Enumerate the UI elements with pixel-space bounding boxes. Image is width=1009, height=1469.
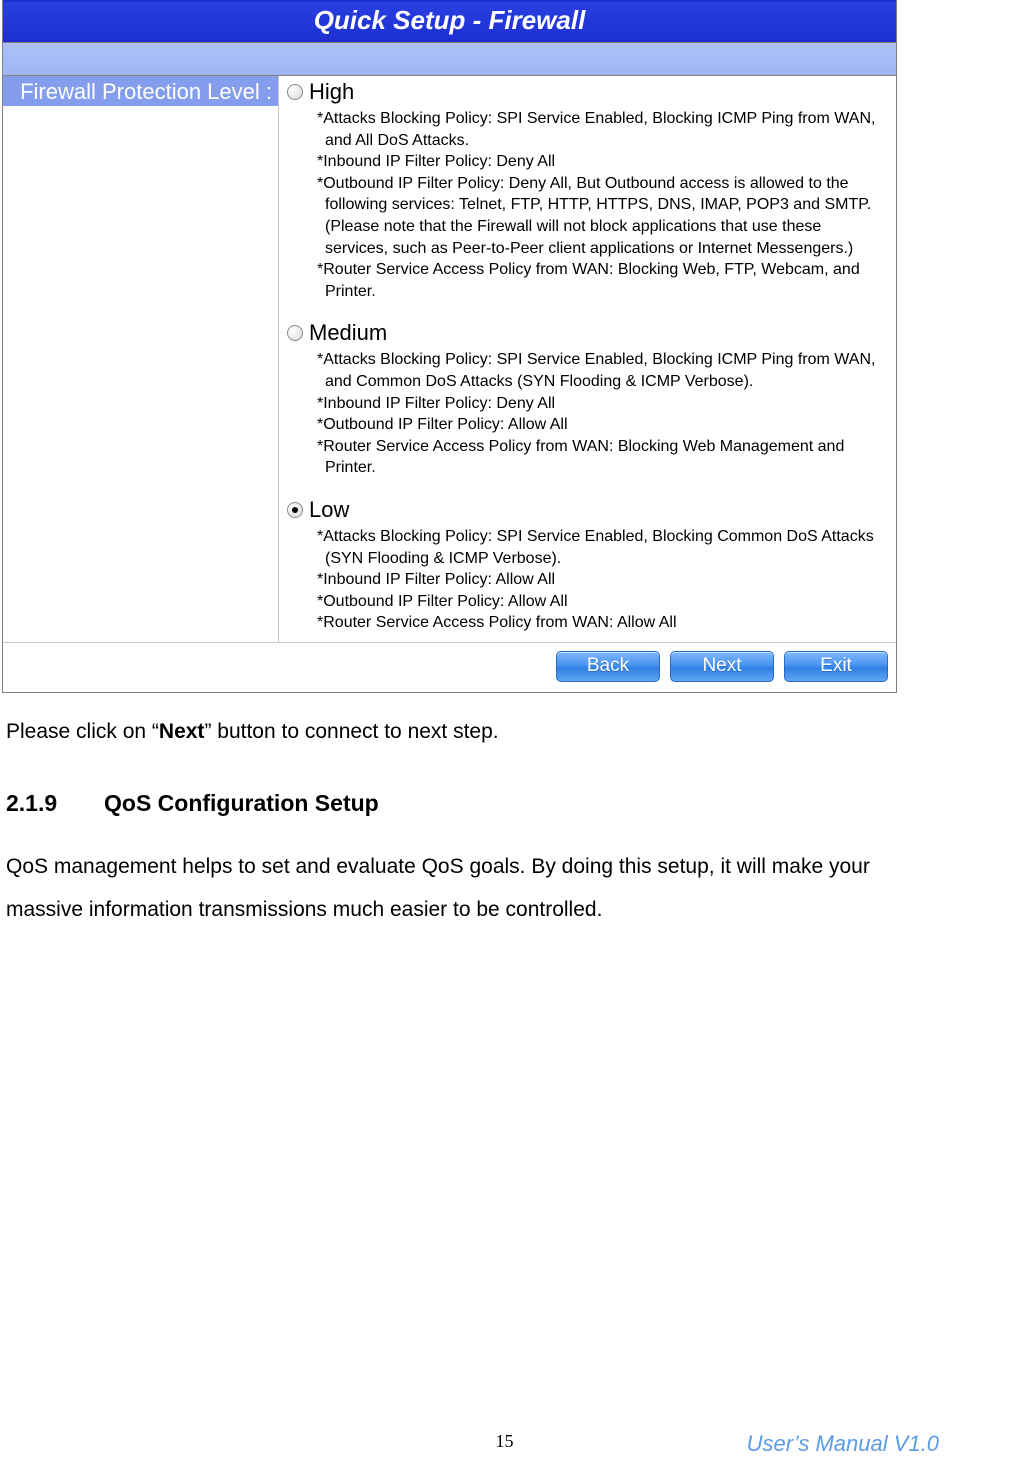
panel-subheader-strip xyxy=(3,42,896,76)
desc-item: Inbound IP Filter Policy: Deny All xyxy=(313,393,888,415)
desc-item: Attacks Blocking Policy: SPI Service Ena… xyxy=(313,349,888,392)
option-high-descriptions: Attacks Blocking Policy: SPI Service Ena… xyxy=(313,108,888,302)
desc-item: Inbound IP Filter Policy: Allow All xyxy=(313,569,888,591)
panel-body: Firewall Protection Level : High Attacks… xyxy=(3,76,896,642)
option-low-descriptions: Attacks Blocking Policy: SPI Service Ena… xyxy=(313,526,888,634)
option-high-label: High xyxy=(309,79,354,105)
section-paragraph: QoS management helps to set and evaluate… xyxy=(6,845,896,931)
desc-item: Router Service Access Policy from WAN: A… xyxy=(313,612,888,634)
button-bar: Back Next Exit xyxy=(3,642,896,692)
option-low-label: Low xyxy=(309,497,349,523)
desc-item: Router Service Access Policy from WAN: B… xyxy=(313,436,888,479)
page-footer: 15 User’s Manual V1.0 xyxy=(0,1431,1009,1457)
option-medium-label: Medium xyxy=(309,320,387,346)
page-number: 15 xyxy=(496,1431,514,1452)
instruction-bold: Next xyxy=(159,720,205,743)
document-body: Please click on “Next” button to connect… xyxy=(6,714,896,931)
option-medium-row[interactable]: Medium xyxy=(287,320,888,346)
option-high-row[interactable]: High xyxy=(287,79,888,105)
desc-item: Router Service Access Policy from WAN: B… xyxy=(313,259,888,302)
radio-low[interactable] xyxy=(287,502,303,518)
panel-options-column: High Attacks Blocking Policy: SPI Servic… xyxy=(279,76,896,642)
option-low-block: Low Attacks Blocking Policy: SPI Service… xyxy=(287,497,888,634)
instruction-pre: Please click on “ xyxy=(6,720,159,743)
option-medium-descriptions: Attacks Blocking Policy: SPI Service Ena… xyxy=(313,349,888,479)
desc-item: Attacks Blocking Policy: SPI Service Ena… xyxy=(313,526,888,569)
exit-button[interactable]: Exit xyxy=(784,651,888,682)
quick-setup-panel: Quick Setup - Firewall Firewall Protecti… xyxy=(2,0,897,693)
radio-high[interactable] xyxy=(287,84,303,100)
option-high-block: High Attacks Blocking Policy: SPI Servic… xyxy=(287,79,888,302)
desc-item: Outbound IP Filter Policy: Deny All, But… xyxy=(313,173,888,259)
firewall-level-label: Firewall Protection Level : xyxy=(3,76,278,108)
manual-label: User’s Manual V1.0 xyxy=(747,1431,939,1457)
desc-item: Attacks Blocking Policy: SPI Service Ena… xyxy=(313,108,888,151)
instruction-post: ” button to connect to next step. xyxy=(204,720,498,743)
panel-title: Quick Setup - Firewall xyxy=(3,0,896,42)
desc-item: Outbound IP Filter Policy: Allow All xyxy=(313,414,888,436)
page: Quick Setup - Firewall Firewall Protecti… xyxy=(0,0,1009,1469)
next-button[interactable]: Next xyxy=(670,651,774,682)
desc-item: Inbound IP Filter Policy: Deny All xyxy=(313,151,888,173)
option-medium-block: Medium Attacks Blocking Policy: SPI Serv… xyxy=(287,320,888,479)
radio-medium[interactable] xyxy=(287,325,303,341)
panel-label-column: Firewall Protection Level : xyxy=(3,76,279,642)
desc-item: Outbound IP Filter Policy: Allow All xyxy=(313,591,888,613)
section-heading: 2.1.9QoS Configuration Setup xyxy=(6,790,896,817)
heading-text: QoS Configuration Setup xyxy=(104,790,379,816)
heading-number: 2.1.9 xyxy=(6,790,104,817)
back-button[interactable]: Back xyxy=(556,651,660,682)
option-low-row[interactable]: Low xyxy=(287,497,888,523)
instruction-line: Please click on “Next” button to connect… xyxy=(6,714,896,750)
